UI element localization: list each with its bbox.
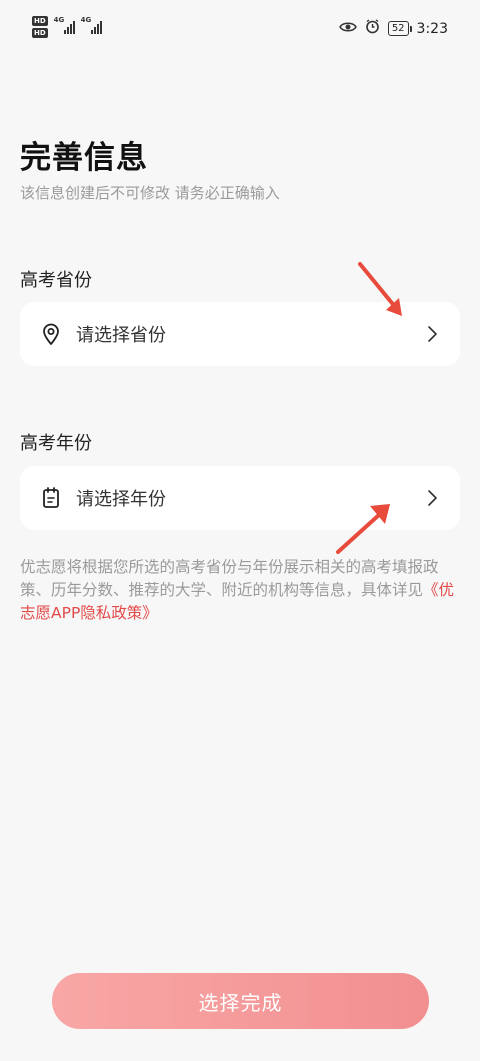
- signal-icon: 4G: [81, 16, 102, 34]
- signal-icon: 4G: [54, 16, 75, 34]
- page-title: 完善信息: [20, 140, 148, 176]
- year-section-label: 高考年份: [20, 433, 92, 454]
- province-section-label: 高考省份: [20, 270, 92, 291]
- alarm-icon: [365, 19, 380, 38]
- chevron-right-icon: [424, 490, 440, 506]
- network-type-label: 4G: [53, 16, 65, 24]
- chevron-right-icon: [424, 326, 440, 342]
- status-bar: HD HD 4G 4G 52 3:23: [0, 0, 480, 56]
- location-pin-icon: [40, 323, 62, 345]
- privacy-notice-text: 优志愿将根据您所选的高考省份与年份展示相关的高考填报政策、历年分数、推荐的大学、…: [20, 558, 439, 599]
- hd-indicators: HD HD: [32, 16, 48, 38]
- annotation-arrow-icon: [336, 504, 390, 554]
- status-bar-right: 52 3:23: [338, 19, 448, 38]
- status-bar-left: HD HD 4G 4G: [32, 16, 102, 38]
- clock-time: 3:23: [416, 20, 448, 37]
- network-type-label: 4G: [80, 16, 92, 24]
- calendar-icon: [40, 487, 62, 509]
- privacy-notice: 优志愿将根据您所选的高考省份与年份展示相关的高考填报政策、历年分数、推荐的大学、…: [20, 556, 460, 625]
- hd-badge: HD: [32, 28, 48, 38]
- hd-badge: HD: [32, 16, 48, 26]
- battery-icon: 52: [387, 21, 412, 36]
- submit-button[interactable]: 选择完成: [52, 973, 429, 1029]
- province-placeholder: 请选择省份: [76, 325, 166, 346]
- page-subtitle: 该信息创建后不可修改 请务必正确输入: [20, 184, 280, 202]
- annotation-arrow-icon: [358, 262, 402, 316]
- eye-icon: [338, 21, 357, 37]
